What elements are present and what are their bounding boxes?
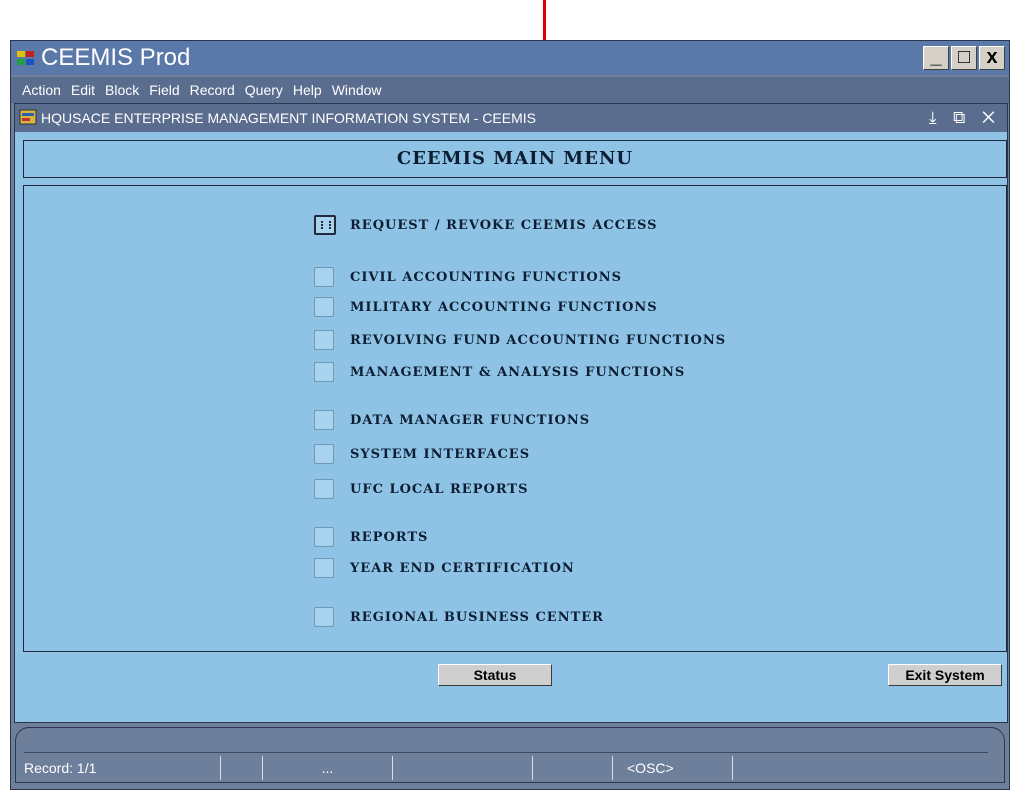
option-label: UFC LOCAL REPORTS xyxy=(350,481,529,497)
ceemis-form-window: HQUSACE ENTERPRISE MANAGEMENT INFORMATIO… xyxy=(14,103,1008,723)
option-regional-business-center[interactable]: REGIONAL BUSINESS CENTER xyxy=(314,606,604,628)
close-button[interactable]: x xyxy=(979,46,1005,70)
option-reports[interactable]: REPORTS xyxy=(314,526,428,548)
option-label: DATA MANAGER FUNCTIONS xyxy=(350,412,591,428)
maximize-button[interactable]: □ xyxy=(951,46,977,70)
option-label: REQUEST / REVOKE CEEMIS ACCESS xyxy=(350,217,658,233)
window-controls: _ □ x xyxy=(923,46,1005,70)
form-window-controls[interactable]: ⤓ ⧉ ✕ xyxy=(929,106,1001,130)
option-label: YEAR END CERTIFICATION xyxy=(350,560,575,576)
option-label: CIVIL ACCOUNTING FUNCTIONS xyxy=(350,269,622,285)
option-label: REPORTS xyxy=(350,529,429,545)
oracle-forms-icon xyxy=(17,51,34,65)
option-ufc-local-reports[interactable]: UFC LOCAL REPORTS xyxy=(314,478,528,500)
option-checkbox[interactable] xyxy=(314,362,334,382)
status-button[interactable]: Status xyxy=(438,664,552,686)
menu-record[interactable]: Record xyxy=(185,77,240,103)
menu-block[interactable]: Block xyxy=(100,77,144,103)
mode-indicator: <OSC> xyxy=(613,756,733,780)
option-checkbox[interactable] xyxy=(314,410,334,430)
option-management-analysis[interactable]: MANAGEMENT & ANALYSIS FUNCTIONS xyxy=(314,361,685,383)
exit-system-button[interactable]: Exit System xyxy=(888,664,1002,686)
option-year-end-certification[interactable]: YEAR END CERTIFICATION xyxy=(314,557,575,579)
status-cell-empty xyxy=(393,756,533,780)
option-request-revoke-access[interactable]: REQUEST / REVOKE CEEMIS ACCESS xyxy=(314,214,658,236)
option-label: REVOLVING FUND ACCOUNTING FUNCTIONS xyxy=(350,332,727,348)
status-cells: Record: 1/1 ... <OSC> xyxy=(16,756,1004,780)
option-label: MILITARY ACCOUNTING FUNCTIONS xyxy=(350,299,658,315)
app-titlebar: CEEMIS Prod _ □ x xyxy=(11,41,1009,75)
page-title: CEEMIS MAIN MENU xyxy=(396,148,634,169)
status-cell-empty xyxy=(221,756,263,780)
option-revolving-fund[interactable]: REVOLVING FUND ACCOUNTING FUNCTIONS xyxy=(314,329,726,351)
status-bar: Record: 1/1 ... <OSC> xyxy=(15,727,1005,783)
option-checkbox[interactable] xyxy=(314,267,334,287)
app-title: CEEMIS Prod xyxy=(41,44,191,71)
option-label: SYSTEM INTERFACES xyxy=(350,446,531,462)
option-checkbox[interactable] xyxy=(314,444,334,464)
option-military-accounting[interactable]: MILITARY ACCOUNTING FUNCTIONS xyxy=(314,296,658,318)
record-indicator: Record: 1/1 xyxy=(16,756,221,780)
option-checkbox[interactable] xyxy=(314,297,334,317)
form-icon xyxy=(19,109,37,125)
status-cell-empty xyxy=(533,756,613,780)
minimize-button[interactable]: _ xyxy=(923,46,949,70)
main-menu-options: REQUEST / REVOKE CEEMIS ACCESS CIVIL ACC… xyxy=(23,185,1007,652)
message-line xyxy=(24,736,988,753)
option-checkbox[interactable] xyxy=(314,558,334,578)
option-checkbox[interactable] xyxy=(314,479,334,499)
menu-query[interactable]: Query xyxy=(240,77,288,103)
option-label: REGIONAL BUSINESS CENTER xyxy=(350,609,604,625)
option-data-manager[interactable]: DATA MANAGER FUNCTIONS xyxy=(314,409,590,431)
main-menu-header: CEEMIS MAIN MENU xyxy=(23,140,1007,178)
option-system-interfaces[interactable]: SYSTEM INTERFACES xyxy=(314,443,530,465)
app-window: CEEMIS Prod _ □ x Action Edit Block Fiel… xyxy=(10,40,1010,790)
menu-field[interactable]: Field xyxy=(144,77,184,103)
option-checkbox[interactable] xyxy=(314,215,336,235)
menu-edit[interactable]: Edit xyxy=(66,77,100,103)
form-titlebar: HQUSACE ENTERPRISE MANAGEMENT INFORMATIO… xyxy=(15,104,1007,132)
menu-window[interactable]: Window xyxy=(327,77,387,103)
menubar: Action Edit Block Field Record Query Hel… xyxy=(11,77,1009,103)
form-title: HQUSACE ENTERPRISE MANAGEMENT INFORMATIO… xyxy=(41,110,536,126)
option-checkbox[interactable] xyxy=(314,330,334,350)
status-ellipsis: ... xyxy=(263,756,393,780)
option-label: MANAGEMENT & ANALYSIS FUNCTIONS xyxy=(350,364,686,380)
option-civil-accounting[interactable]: CIVIL ACCOUNTING FUNCTIONS xyxy=(314,266,622,288)
option-checkbox[interactable] xyxy=(314,607,334,627)
option-checkbox[interactable] xyxy=(314,527,334,547)
menu-action[interactable]: Action xyxy=(17,77,66,103)
menu-help[interactable]: Help xyxy=(288,77,327,103)
